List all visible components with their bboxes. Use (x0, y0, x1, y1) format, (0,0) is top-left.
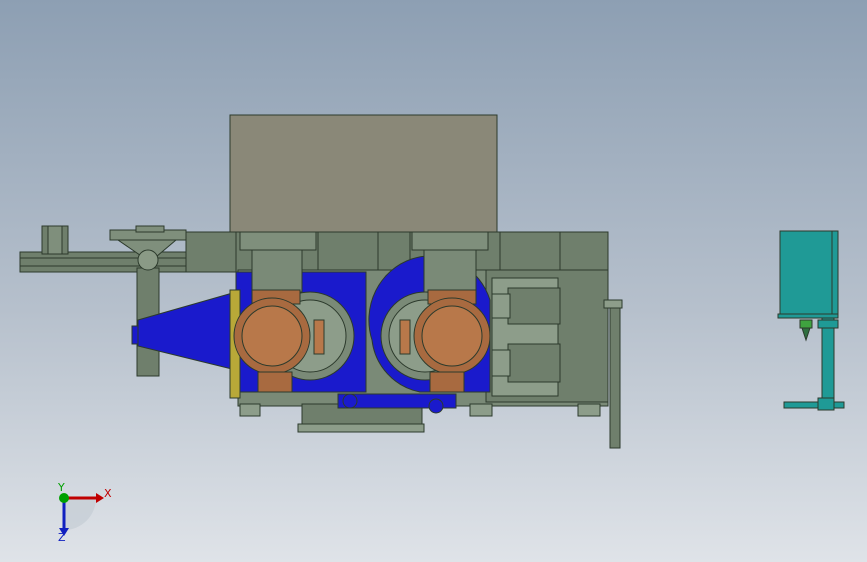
cad-viewport[interactable]: X Y Z (0, 0, 867, 562)
y-axis-label: Y (57, 481, 65, 494)
z-axis-label: Z (58, 531, 66, 544)
cad-model-drawing: X Y Z (19, 114, 845, 544)
x-arrowhead-icon (96, 493, 104, 503)
left-conveyor (19, 225, 189, 377)
coolant-tank (777, 230, 845, 411)
x-axis-label: X (104, 487, 112, 500)
y-axis-dot-icon (59, 493, 69, 503)
coordinate-triad: X Y Z (57, 481, 112, 544)
feed-hopper (229, 114, 498, 233)
triad-plane (64, 498, 96, 530)
